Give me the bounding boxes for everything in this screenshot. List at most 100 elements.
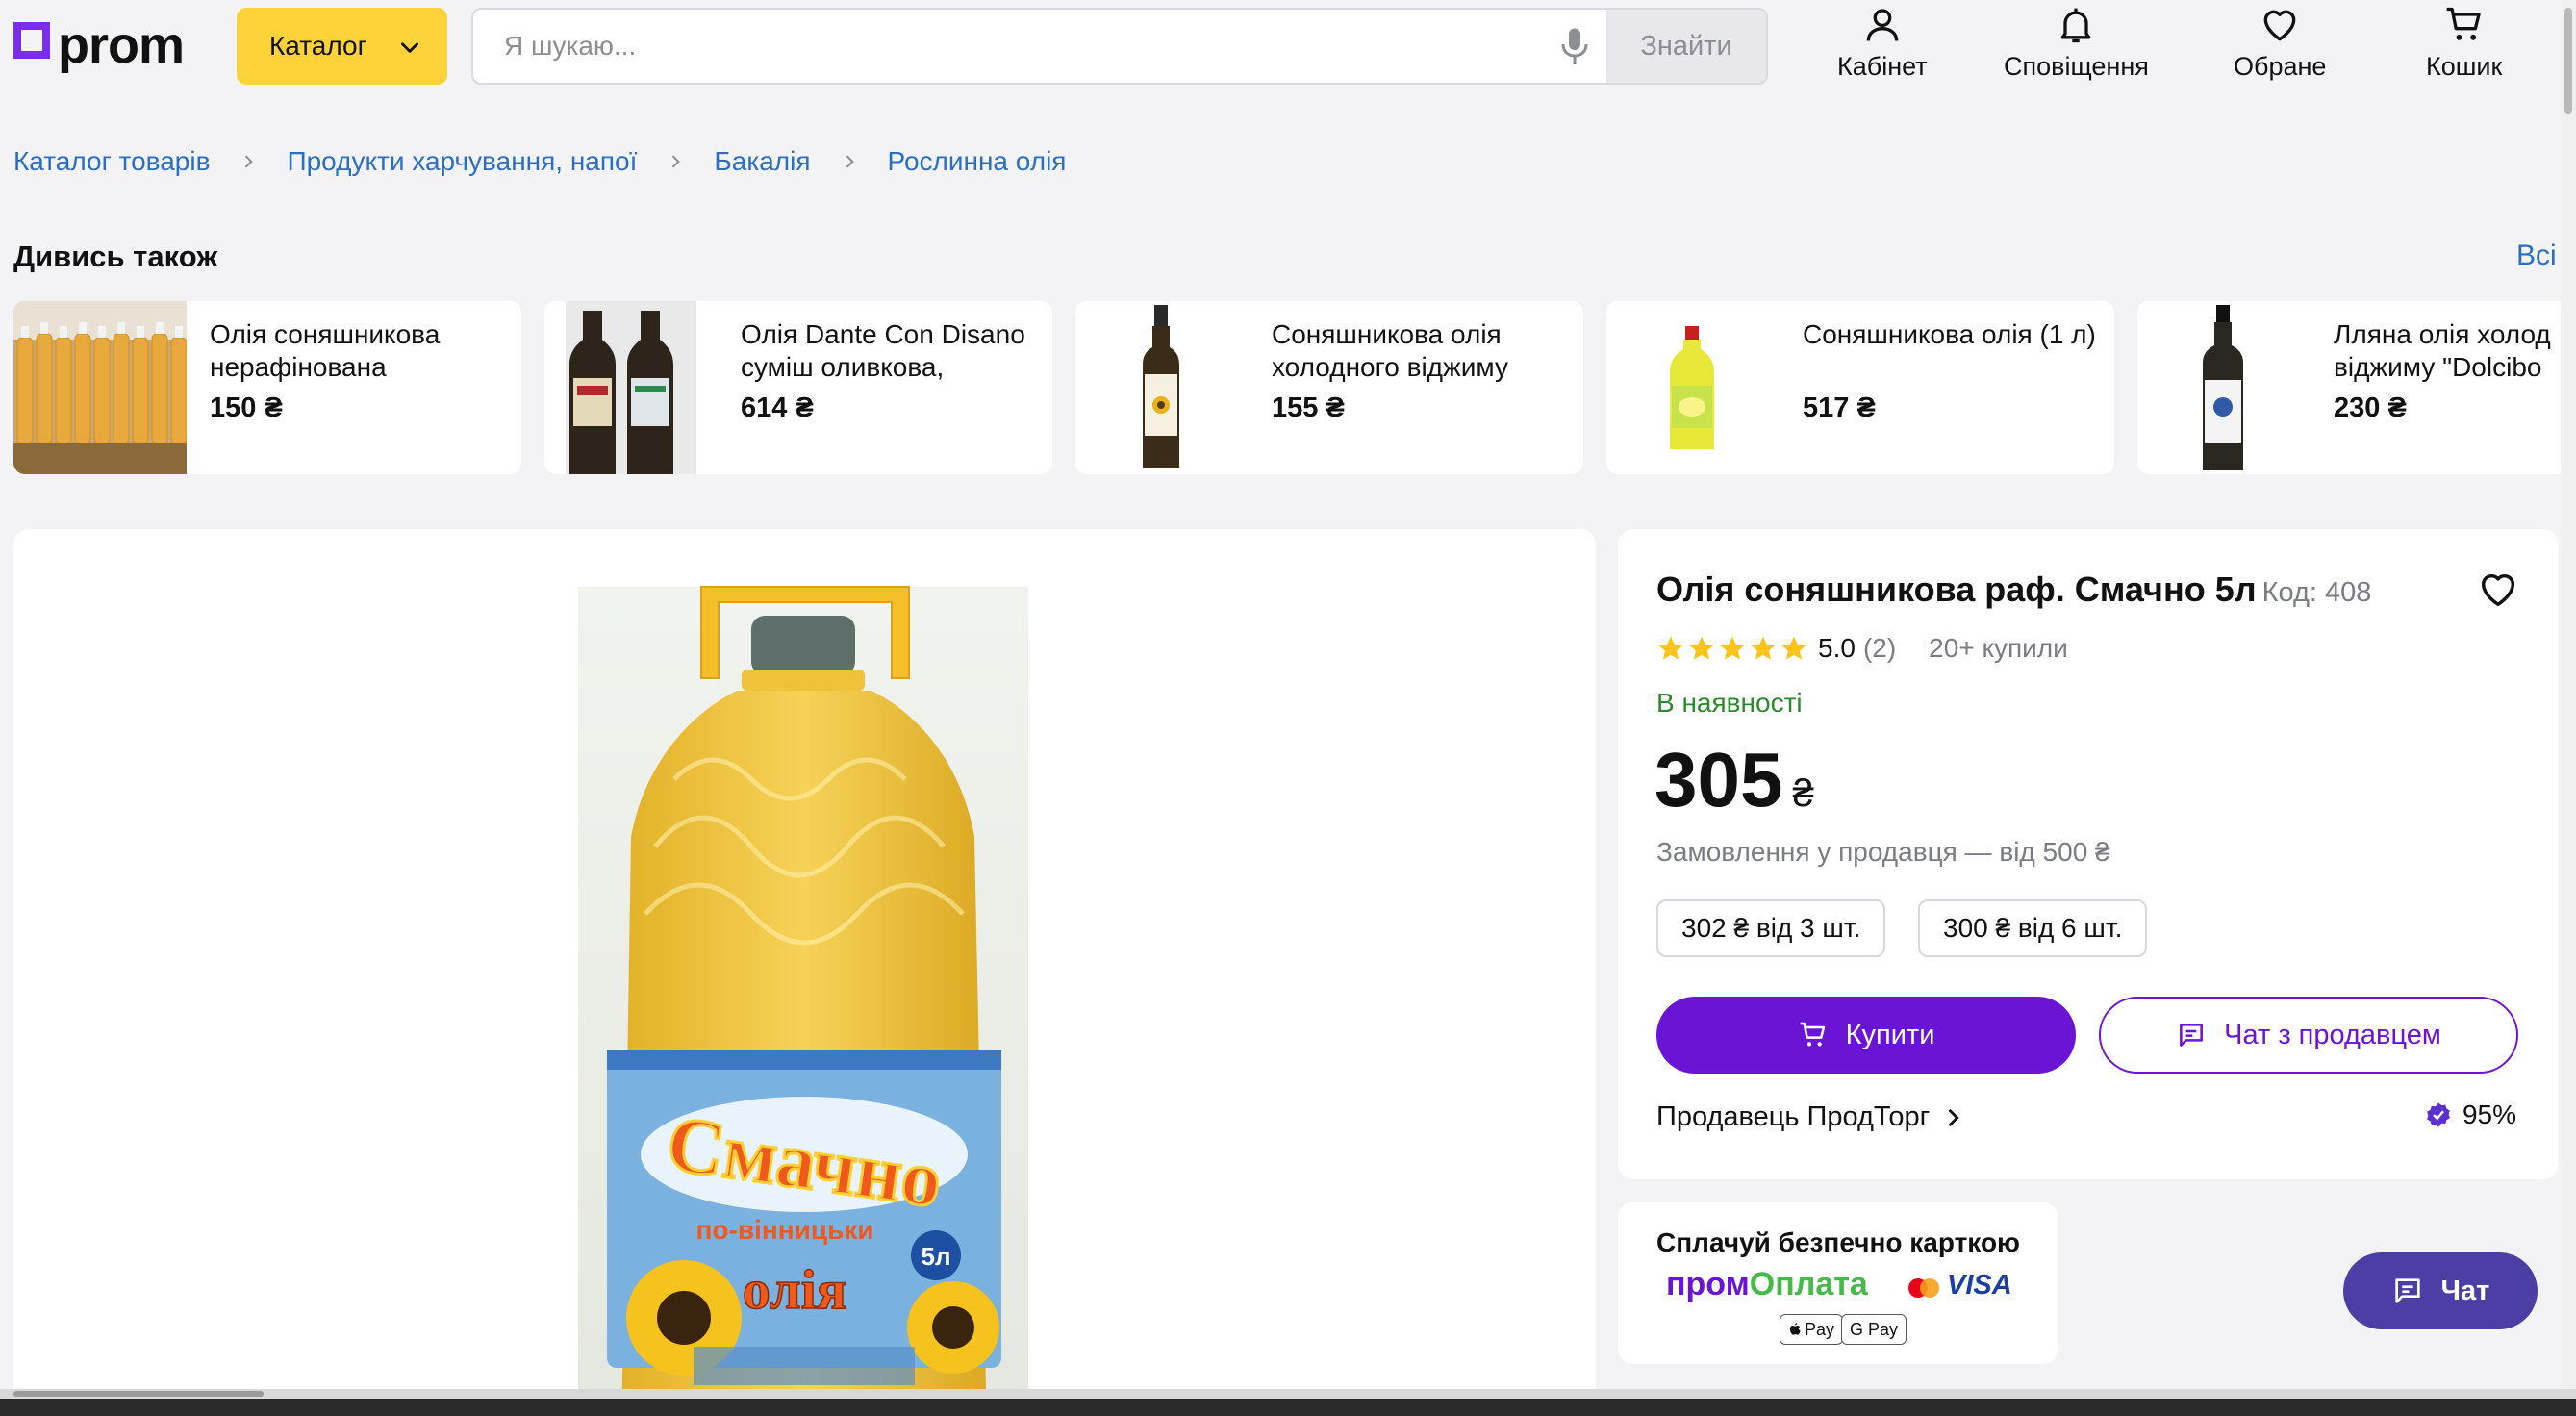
favorite-heart-icon[interactable] [2476,568,2520,612]
product-code: Код: 408 [2261,577,2372,608]
recommendation-price: 517 ₴ [1803,392,1876,423]
vertical-scrollbar[interactable] [2561,0,2576,1416]
recommendation-name: Соняшникова олія (1 л) [1803,319,2096,349]
breadcrumb-link[interactable]: Рослинна олія [888,146,1067,177]
nav-label: Кошик [2426,52,2503,81]
product-thumbnail [2137,301,2311,474]
recommendation-card[interactable]: Олія соняшникова нерафінована 150 ₴ [13,301,521,474]
chevron-right-icon [840,152,859,171]
star-icon [1689,636,1714,660]
seller-rating[interactable]: 95% [2424,1100,2516,1130]
product-thumbnail [1075,301,1249,474]
recommendation-name: Соняшникова олія холодного віджиму [1272,319,1508,382]
chevron-down-icon [401,42,418,53]
heart-icon [2263,10,2296,41]
prom-oplata-logo: промОплата [1666,1266,1868,1303]
recommendation-name: Олія соняшникова нерафінована [210,319,441,382]
nav-cabinet[interactable]: Кабінет [1837,4,1928,82]
price-currency: ₴ [1792,772,1814,815]
price-value: 305 [1654,737,1783,822]
chat-with-seller-button[interactable]: Чат з продавцем [2099,997,2518,1074]
star-icon [1658,636,1683,660]
bell-icon [2061,8,2091,43]
min-order-note: Замовлення у продавця — від 500 ₴ [1656,837,2110,867]
see-also-title: Дивись також [13,240,218,273]
breadcrumb-link[interactable]: Каталог товарів [13,146,210,177]
product-thumbnail [544,301,718,474]
google-pay-badge: G Pay [1841,1314,1907,1345]
product-main-image[interactable]: Смачно по-вінницьки олія 5л [578,568,1028,1416]
horizontal-scrollbar[interactable] [0,1389,2576,1416]
search-button[interactable]: Знайти [1606,10,1766,83]
recommendation-card[interactable]: Соняшникова олія холодного віджиму 155 ₴ [1075,301,1583,474]
availability-status: В наявності [1656,688,1803,718]
safe-payment-title: Сплачуй безпечно карткою [1656,1227,2020,1257]
user-icon [1866,9,1899,41]
product-price: 305 ₴ [1654,736,1814,824]
product-info-panel: Олія соняшникова раф. Смачно 5л Код: 408 … [1618,529,2559,1179]
nav-favorites[interactable]: Обране [2234,4,2326,82]
mastercard-icon [1908,1278,1939,1298]
product-title-text: Олія соняшникова раф. Смачно 5л [1656,569,2257,609]
scrollbar-track [0,1389,2576,1399]
buy-button[interactable]: Купити [1656,997,2076,1074]
chat-icon [2176,1020,2207,1050]
apple-pay-label: Pay [1805,1319,1835,1339]
scrollbar-thumb[interactable] [2564,8,2572,114]
buy-label: Купити [1845,1019,1935,1050]
recommendation-card[interactable]: Олія Dante Con Disano суміш оливкова, 61… [544,301,1052,474]
recommendation-card[interactable]: Соняшникова олія (1 л) 517 ₴ [1606,301,2114,474]
logo-text: prom [58,16,185,74]
nav-label: Обране [2234,52,2327,81]
chevron-right-icon [239,152,258,171]
product-title: Олія соняшникова раф. Смачно 5л Код: 408 [1656,569,2371,610]
prom-logo[interactable]: prom [13,16,185,74]
recommendation-price: 230 ₴ [2334,392,2407,423]
recommendation-price: 155 ₴ [1272,392,1345,423]
cart-icon [2446,7,2481,40]
rating-row[interactable]: 5.0 (2) 20+ купили [1656,633,2068,664]
apple-pay-badge: Pay [1780,1314,1844,1345]
search-input[interactable] [473,10,1570,83]
wholesale-tier[interactable]: 302 ₴ від 3 шт. [1656,899,1886,957]
recommendation-name: Олія Dante Con Disano суміш оливкова, [741,319,1025,382]
chat-icon [2394,1278,2420,1303]
cart-icon [1798,1020,1829,1050]
nav-notifications[interactable]: Сповіщення [2004,4,2149,82]
see-all-link[interactable]: Всі [2516,240,2557,272]
nav-cart[interactable]: Кошик [2426,4,2502,82]
header: prom Каталог Знайти Кабінет Сповіщення О… [0,0,2576,96]
catalog-label: Каталог [269,31,367,61]
scrollbar-thumb[interactable] [13,1391,264,1397]
rating-stars [1656,634,1808,663]
recommendation-card[interactable]: Лляна олія холод віджиму "Dolcibo 230 ₴ [2137,301,2576,474]
seller-link[interactable]: Продавець ПродТорг [1656,1101,1966,1133]
seller-score-value: 95% [2462,1100,2516,1129]
recommendation-price: 614 ₴ [741,392,814,423]
breadcrumb-link[interactable]: Бакалія [714,146,810,177]
bought-count: 20+ купили [1929,633,2068,663]
product-thumbnail [13,301,187,474]
nav-label: Сповіщення [2004,52,2149,81]
rating-value: 5.0 [1818,633,1856,663]
catalog-button[interactable]: Каталог [237,8,447,85]
rating-count[interactable]: (2) [1863,633,1896,664]
logo-square-icon [13,22,50,59]
chevron-right-icon [1948,1108,1959,1126]
chat-with-seller-label: Чат з продавцем [2224,1019,2441,1050]
microphone-icon[interactable] [1560,27,1589,67]
product-thumbnail [1606,301,1780,474]
breadcrumb-link[interactable]: Продукти харчування, напої [287,146,637,177]
seller-name: Продавець ПродТорг [1656,1101,1931,1132]
label-volume: 5л [922,1242,951,1271]
wholesale-tier[interactable]: 300 ₴ від 6 шт. [1918,899,2148,957]
search-box: Знайти [471,8,1768,85]
label-product: олія [743,1258,846,1321]
floating-chat-button[interactable]: Чат [2343,1252,2538,1329]
recommendation-price: 150 ₴ [210,392,283,423]
prom-oplata-part1: пром [1666,1266,1750,1302]
safe-payment-panel: Сплачуй безпечно карткою промОплата VISA… [1618,1202,2058,1364]
label-region: по-вінницьки [695,1215,873,1245]
visa-logo: VISA [1947,1270,2012,1301]
prom-oplata-part2: Оплата [1749,1266,1868,1302]
